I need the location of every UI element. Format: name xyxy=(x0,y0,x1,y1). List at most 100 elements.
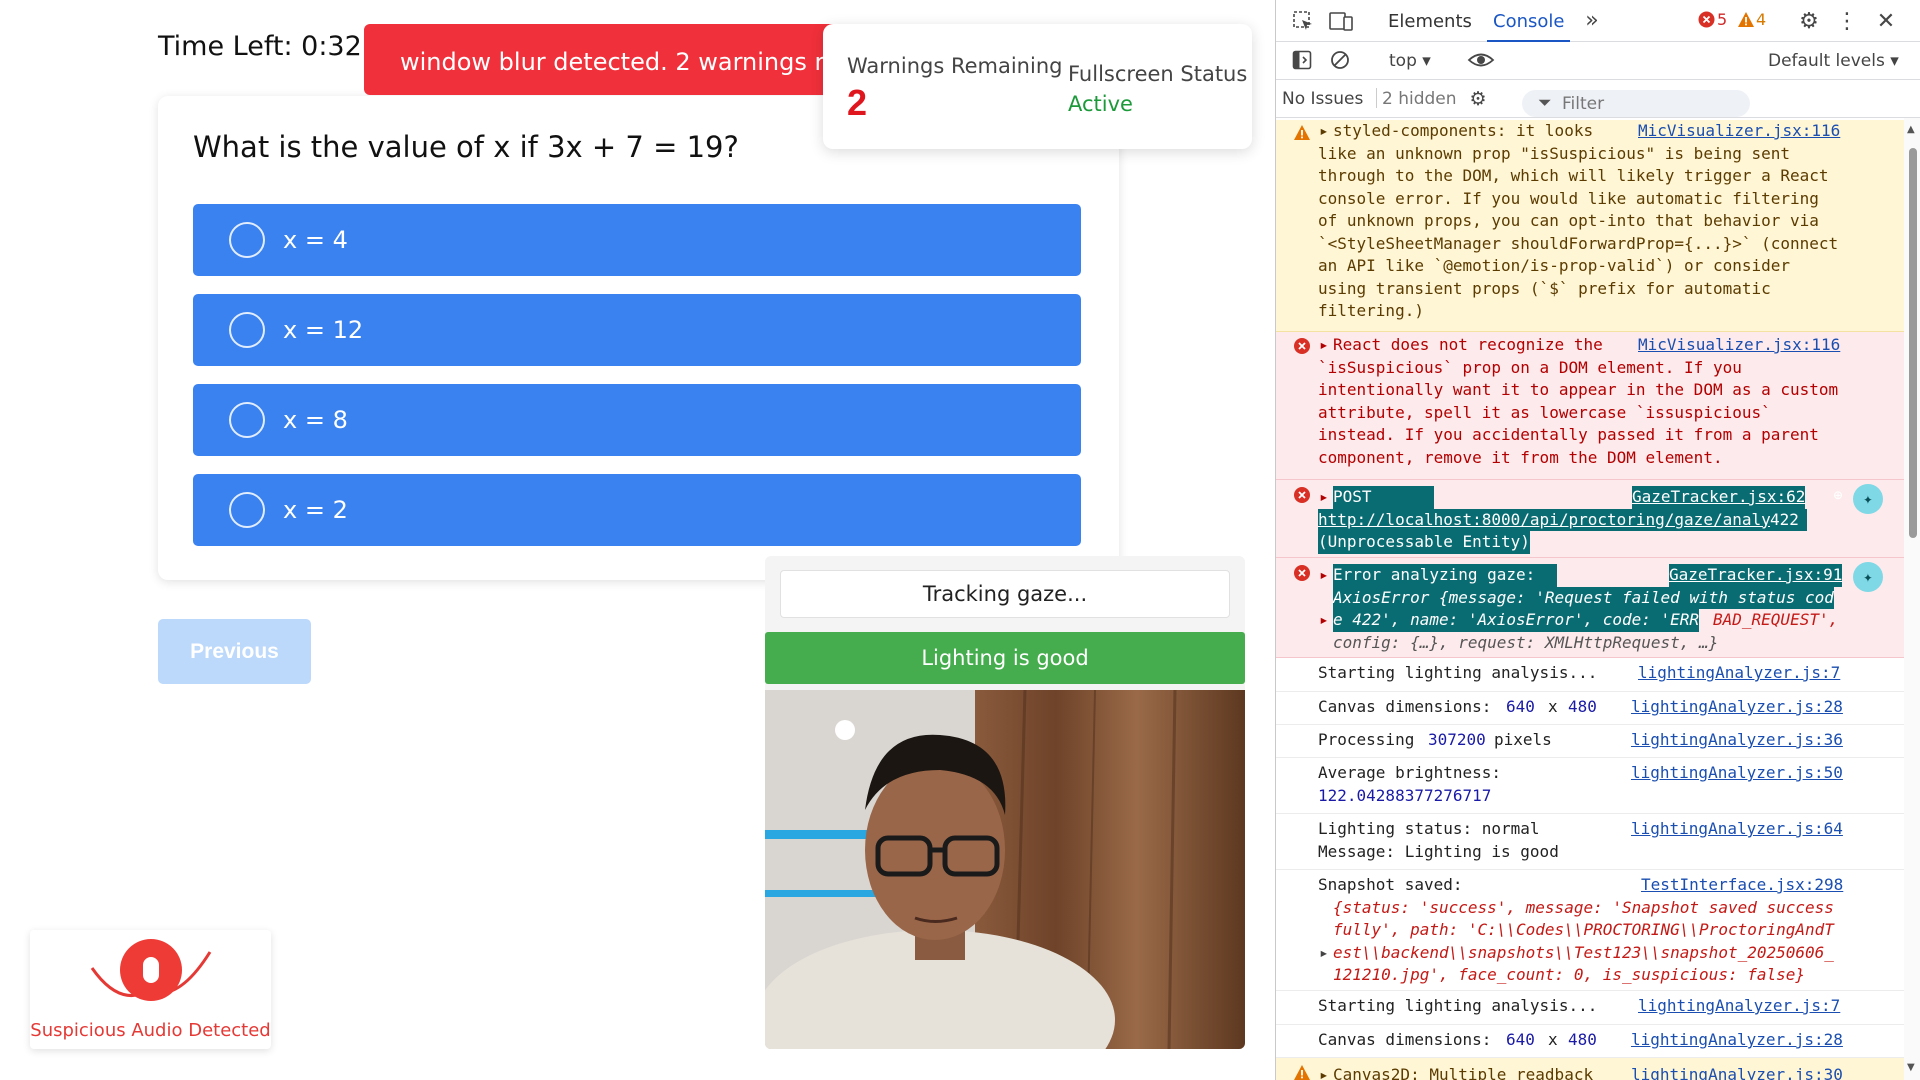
source-link[interactable]: MicVisualizer.jsx:116 xyxy=(1638,120,1840,143)
log-number: 122.04288377276717 xyxy=(1318,785,1492,805)
tab-console[interactable]: Console xyxy=(1486,11,1571,42)
source-link[interactable]: lightingAnalyzer.js:36 xyxy=(1631,729,1843,752)
more-tabs-icon[interactable]: » xyxy=(1581,8,1603,33)
console-messages: ▸ styled-components: it looks MicVisuali… xyxy=(1276,118,1904,1080)
error-count[interactable]: 5 xyxy=(1717,10,1727,29)
source-link[interactable]: MicVisualizer.jsx:116 xyxy=(1638,334,1840,357)
context-value: top xyxy=(1389,51,1417,71)
audio-monitor: Suspicious Audio Detected xyxy=(30,930,271,1049)
radio-icon[interactable] xyxy=(229,222,265,258)
radio-icon[interactable] xyxy=(229,402,265,438)
console-message-log[interactable]: Average brightness: 122.04288377276717 l… xyxy=(1276,758,1904,814)
tab-elements[interactable]: Elements xyxy=(1388,11,1472,32)
message-line: using transient props (`$` prefix for au… xyxy=(1318,278,1771,298)
scroll-up-icon[interactable]: ▲ xyxy=(1907,124,1915,135)
sidebar-toggle-icon[interactable] xyxy=(1290,48,1314,72)
console-message-log[interactable]: Canvas dimensions: 640 x 480 lightingAna… xyxy=(1276,1025,1904,1058)
console-message-log[interactable]: Starting lighting analysis... lightingAn… xyxy=(1276,991,1904,1025)
console-message-error[interactable]: ▸ React does not recognize the MicVisual… xyxy=(1276,332,1904,480)
option-label: x = 4 xyxy=(283,226,348,254)
expand-triangle-icon[interactable]: ▸ xyxy=(1319,1064,1329,1080)
message-line: pixels xyxy=(1494,730,1552,749)
source-link[interactable]: GazeTracker.jsx:62 xyxy=(1632,486,1806,509)
error-count-icon[interactable] xyxy=(1697,10,1715,28)
source-link[interactable]: lightingAnalyzer.js:28 xyxy=(1631,696,1843,719)
ai-insight-icon[interactable]: ✦ xyxy=(1853,484,1883,514)
webcam-image xyxy=(765,690,1245,1049)
message-line: Message: Lighting is good xyxy=(1318,841,1559,861)
source-link[interactable]: lightingAnalyzer.js:28 xyxy=(1631,1029,1843,1052)
console-scrollbar[interactable]: ▲ ▼ xyxy=(1904,118,1920,1080)
console-message-error[interactable]: ▸ Error analyzing gaze: GazeTracker.jsx:… xyxy=(1276,558,1904,658)
message-line: e 422', name: 'AxiosError', code: 'ERR xyxy=(1333,609,1700,632)
warning-count-icon[interactable] xyxy=(1737,10,1755,28)
expand-triangle-icon[interactable]: ▸ xyxy=(1319,334,1329,357)
console-message-warning[interactable]: ▸ Canvas2D: Multiple readback lightingAn… xyxy=(1276,1058,1904,1080)
clear-console-icon[interactable] xyxy=(1328,48,1352,72)
context-selector[interactable]: top ▾ xyxy=(1389,51,1431,71)
message-object-line: est\\backend\\snapshots\\Test123\\snapsh… xyxy=(1333,942,1834,962)
radio-icon[interactable] xyxy=(229,492,265,528)
error-icon xyxy=(1294,338,1310,354)
divider xyxy=(1376,88,1377,108)
status-code: 422 xyxy=(1770,508,1807,531)
message-line: instead. If you accidentally passed it f… xyxy=(1318,425,1819,444)
source-link[interactable]: GazeTracker.jsx:91 xyxy=(1669,564,1843,587)
log-levels-dropdown[interactable]: Default levels ▾ xyxy=(1768,51,1899,71)
expand-triangle-icon[interactable]: ▸ xyxy=(1319,564,1329,587)
settings-gear-icon[interactable]: ⚙ xyxy=(1796,8,1822,34)
option-4[interactable]: x = 2 xyxy=(193,474,1081,546)
answer-options: x = 4 x = 12 x = 8 x = 2 xyxy=(193,204,1081,564)
issues-bar: No Issues 2 hidden ⚙ xyxy=(1276,80,1920,118)
previous-button[interactable]: Previous xyxy=(158,619,311,684)
console-message-warning[interactable]: ▸ styled-components: it looks MicVisuali… xyxy=(1276,120,1904,332)
console-message-network-error[interactable]: ▸ POST GazeTracker.jsx:62 http://localho… xyxy=(1276,480,1904,558)
live-expression-eye-icon[interactable] xyxy=(1466,48,1496,72)
log-number: 640 xyxy=(1506,1030,1535,1049)
expand-triangle-icon[interactable]: ▸ xyxy=(1319,120,1329,143)
expand-triangle-icon[interactable]: ▸ xyxy=(1319,486,1329,509)
option-3[interactable]: x = 8 xyxy=(193,384,1081,456)
scroll-down-icon[interactable]: ▼ xyxy=(1907,1062,1915,1073)
ai-insight-icon[interactable]: ✦ xyxy=(1853,562,1883,592)
close-devtools-icon[interactable]: ✕ xyxy=(1873,8,1899,34)
source-link[interactable]: lightingAnalyzer.js:7 xyxy=(1638,662,1840,685)
inspect-element-icon[interactable] xyxy=(1290,8,1316,34)
device-toolbar-icon[interactable] xyxy=(1328,8,1354,34)
log-number: 640 xyxy=(1506,697,1535,716)
source-link[interactable]: TestInterface.jsx:298 xyxy=(1641,874,1843,897)
warnings-remaining-count: 2 xyxy=(847,82,868,123)
console-settings-icon[interactable]: ⚙ xyxy=(1466,87,1490,111)
issues-count[interactable]: No Issues xyxy=(1282,89,1363,109)
message-line: intentionally want it to appear in the D… xyxy=(1318,380,1839,399)
webcam-feed xyxy=(765,690,1245,1049)
request-url[interactable]: http://localhost:8000/api/proctoring/gaz… xyxy=(1318,508,1791,531)
scrollbar-thumb[interactable] xyxy=(1909,148,1917,538)
more-options-icon[interactable]: ⋮ xyxy=(1836,8,1858,34)
radio-icon[interactable] xyxy=(229,312,265,348)
source-link[interactable]: lightingAnalyzer.js:30 xyxy=(1631,1064,1843,1080)
source-link[interactable]: lightingAnalyzer.js:64 xyxy=(1631,818,1843,841)
console-message-log[interactable]: Starting lighting analysis... lightingAn… xyxy=(1276,658,1904,692)
console-message-log[interactable]: Canvas dimensions: 640 x 480 lightingAna… xyxy=(1276,692,1904,725)
message-line: Canvas dimensions: xyxy=(1318,1030,1492,1049)
source-link[interactable]: lightingAnalyzer.js:50 xyxy=(1631,762,1843,785)
option-2[interactable]: x = 12 xyxy=(193,294,1081,366)
network-globe-icon[interactable]: ⊕ xyxy=(1829,486,1847,504)
message-line: styled-components: it looks xyxy=(1333,121,1594,140)
expand-triangle-icon[interactable]: ▸ xyxy=(1319,609,1329,632)
source-link[interactable]: lightingAnalyzer.js:7 xyxy=(1638,995,1840,1018)
message-object-line: fully', path: 'C:\\Codes\\PROCTORING\\Pr… xyxy=(1333,920,1834,939)
request-method: POST xyxy=(1333,486,1434,509)
console-message-log[interactable]: Processing 307200 pixels lightingAnalyze… xyxy=(1276,725,1904,758)
option-1[interactable]: x = 4 xyxy=(193,204,1081,276)
console-message-log[interactable]: Snapshot saved: TestInterface.jsx:298 {s… xyxy=(1276,870,1904,991)
suspicious-audio-label: Suspicious Audio Detected xyxy=(30,1020,271,1041)
message-line: Lighting status: normal xyxy=(1318,819,1540,838)
expand-triangle-icon[interactable]: ▸ xyxy=(1319,942,1329,965)
console-message-log[interactable]: Lighting status: normal Message: Lightin… xyxy=(1276,814,1904,870)
monitoring-panel: Tracking gaze... Lighting is good xyxy=(765,556,1245,1049)
option-label: x = 12 xyxy=(283,316,364,344)
proctoring-status-card: Warnings Remaining 2 Fullscreen Status A… xyxy=(823,24,1252,149)
warning-count[interactable]: 4 xyxy=(1756,10,1766,29)
